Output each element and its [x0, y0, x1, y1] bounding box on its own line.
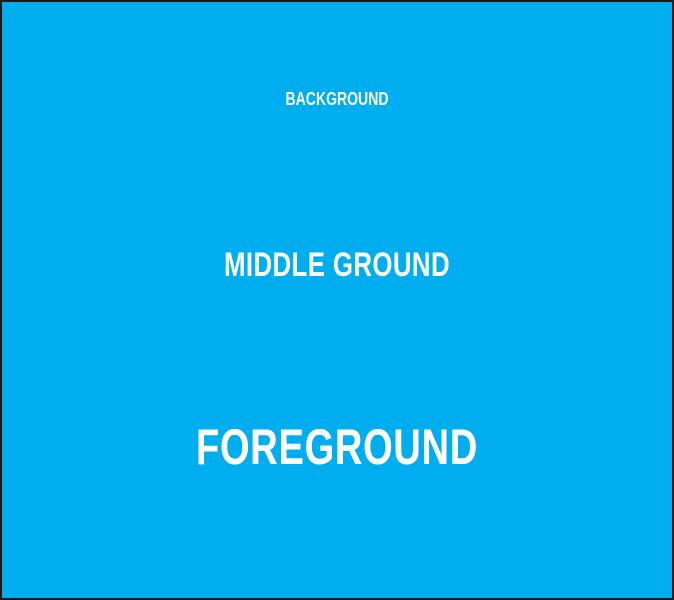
middle-ground-label: MIDDLE GROUND — [223, 246, 451, 284]
background-label: BACKGROUND — [285, 89, 389, 109]
slide-canvas: BACKGROUND MIDDLE GROUND FOREGROUND — [0, 0, 674, 600]
foreground-label: FOREGROUND — [195, 419, 479, 475]
